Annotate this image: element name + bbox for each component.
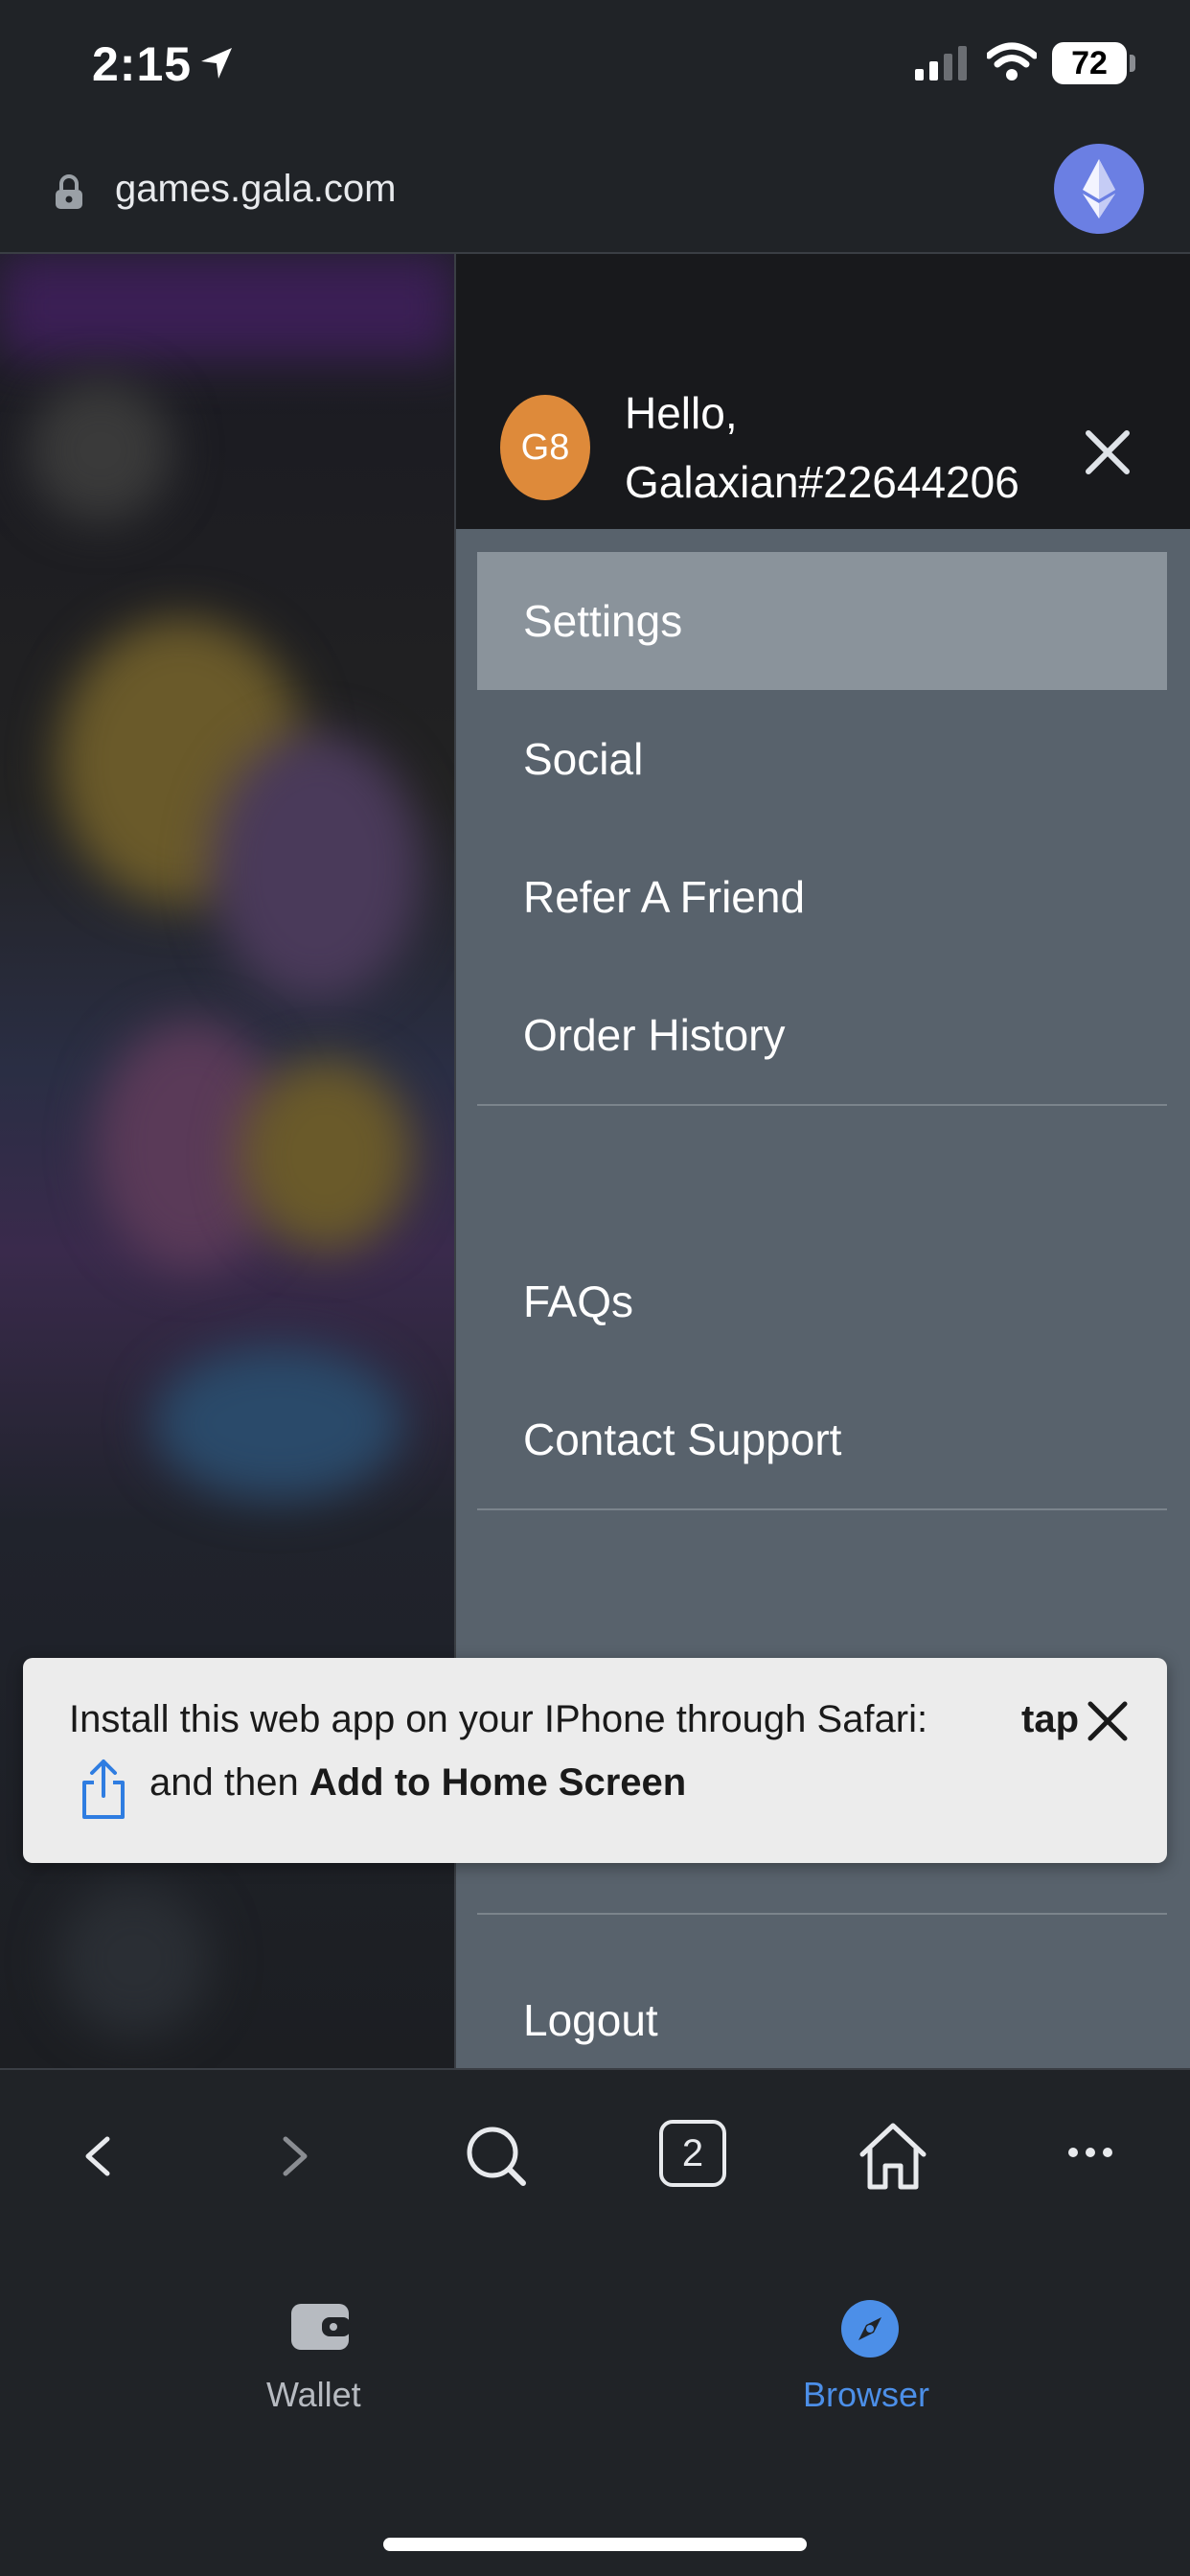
- browser-toolbar: [0, 2068, 1190, 2244]
- home-indicator: [383, 2538, 807, 2551]
- menu-item-contact-support[interactable]: Contact Support: [477, 1370, 1167, 1508]
- home-icon: [859, 2123, 927, 2190]
- menu-item-order-history[interactable]: Order History: [477, 966, 1167, 1104]
- install-toast: [23, 1658, 1167, 1863]
- greeting-username: Galaxian#22644206: [625, 457, 1019, 507]
- toast-tap-label: tap: [1021, 1698, 1079, 1740]
- menu-item-settings[interactable]: Settings: [477, 552, 1167, 690]
- avatar[interactable]: G8: [500, 395, 590, 500]
- back-button[interactable]: [79, 2118, 117, 2199]
- more-icon: [1068, 2148, 1112, 2157]
- forward-button[interactable]: [276, 2118, 314, 2199]
- cellular-signal-icon: [915, 46, 969, 85]
- toast-close-button[interactable]: [1085, 1698, 1131, 1749]
- search-icon: [467, 2127, 526, 2186]
- menu-item-refer-a-friend[interactable]: Refer A Friend: [477, 828, 1167, 966]
- location-arrow-icon: [197, 44, 236, 87]
- menu-divider: [477, 1104, 1167, 1106]
- home-button[interactable]: [857, 2118, 929, 2199]
- close-icon: [1086, 430, 1130, 474]
- wallet-icon: [291, 2304, 351, 2350]
- close-icon: [1087, 1701, 1128, 1741]
- toast-instruction-action: Add to Home Screen: [309, 1761, 687, 1804]
- battery-indicator: 72: [1052, 42, 1127, 84]
- tabs-button[interactable]: 2: [659, 2120, 726, 2187]
- menu-divider: [477, 1913, 1167, 1915]
- close-menu-button[interactable]: [1081, 426, 1134, 484]
- battery-tip: [1130, 55, 1135, 72]
- menu-item-social[interactable]: Social: [477, 690, 1167, 828]
- status-time: 2:15: [92, 37, 193, 91]
- toast-instruction-prefix: and then: [149, 1761, 299, 1804]
- toast-instruction: and then Add to Home Screen: [149, 1761, 686, 1805]
- menu-divider: [477, 1508, 1167, 1510]
- lock-icon: [50, 172, 88, 216]
- greeting: Hello, Galaxian#22644206: [625, 379, 1019, 517]
- tab-wallet-label[interactable]: Wallet: [266, 2375, 361, 2415]
- tab-browser[interactable]: [839, 2298, 901, 2364]
- url-text[interactable]: games.gala.com: [115, 168, 396, 211]
- chevron-left-icon: [85, 2136, 110, 2176]
- tab-browser-label[interactable]: Browser: [803, 2375, 929, 2415]
- wifi-icon: [985, 42, 1039, 87]
- share-icon: [77, 1758, 130, 1826]
- greeting-line1: Hello,: [625, 388, 738, 438]
- compass-icon: [841, 2300, 899, 2358]
- toast-message: Install this web app on your IPhone thro…: [69, 1698, 928, 1740]
- more-button[interactable]: [1067, 2118, 1113, 2199]
- menu-item-faqs[interactable]: FAQs: [477, 1232, 1167, 1370]
- search-button[interactable]: [464, 2118, 531, 2199]
- chevron-right-icon: [283, 2136, 308, 2176]
- tab-wallet[interactable]: [289, 2300, 351, 2357]
- bottom-tab-bar: [0, 2242, 1190, 2576]
- ethereum-icon: [1083, 159, 1115, 218]
- ethereum-network-button[interactable]: [1054, 144, 1144, 234]
